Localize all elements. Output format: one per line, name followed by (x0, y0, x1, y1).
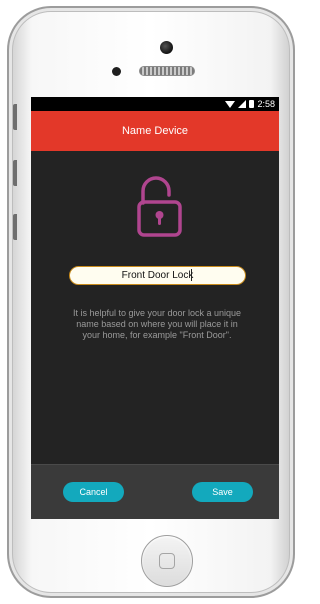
page-title: Name Device (121, 125, 189, 137)
front-camera-icon (160, 41, 173, 54)
helper-text: It is helpful to give your door lock a u… (72, 308, 242, 340)
unlocked-padlock-icon (137, 176, 182, 237)
status-bar: 2:58 (31, 97, 279, 111)
cancel-button[interactable]: Cancel (63, 482, 124, 502)
status-time: 2:58 (257, 99, 275, 109)
wifi-icon (225, 100, 236, 108)
action-bar: Cancel Save (31, 464, 279, 519)
volume-down-button (13, 214, 17, 240)
app-screen: 2:58 Name Device It is helpful to give y… (31, 97, 279, 519)
app-bar: Name Device (31, 111, 279, 151)
home-square-icon (159, 553, 175, 569)
battery-icon (249, 100, 255, 108)
text-caret (191, 269, 192, 281)
proximity-sensor (112, 67, 121, 76)
device-name-input[interactable] (69, 266, 246, 285)
save-button[interactable]: Save (192, 482, 253, 502)
volume-up-button (13, 160, 17, 186)
signal-icon (238, 100, 247, 108)
mute-switch (13, 104, 17, 130)
status-icons: 2:58 (225, 98, 275, 110)
home-button[interactable] (141, 535, 193, 587)
earpiece-speaker (139, 66, 195, 76)
